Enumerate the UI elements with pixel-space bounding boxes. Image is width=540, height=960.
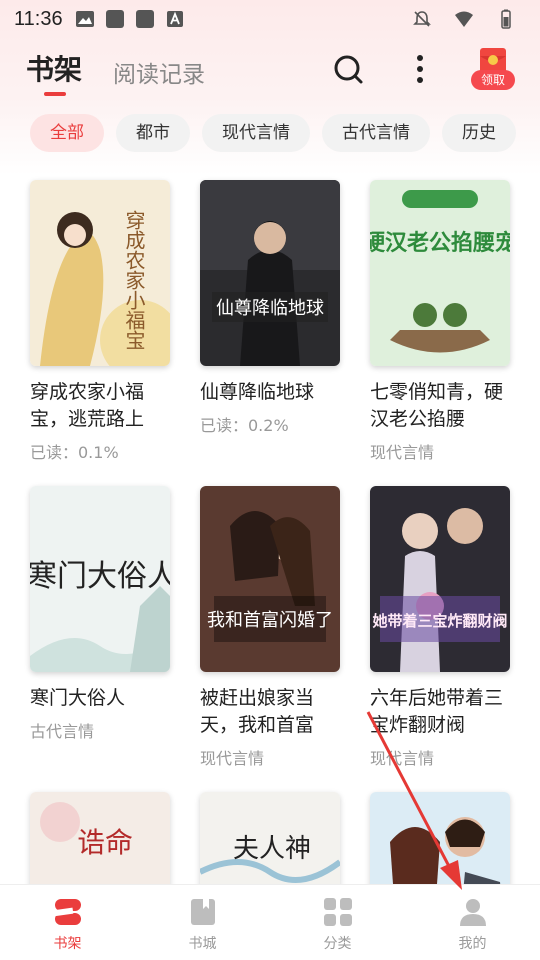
book-category: 现代言情	[370, 443, 435, 462]
book-title: 七零俏知青，硬汉老公掐腰	[370, 381, 504, 430]
header-bar: 书架 阅读记录 领取	[0, 42, 540, 102]
chip-modern-romance[interactable]: 现代言情	[202, 114, 310, 152]
svg-text:硬汉老公掐腰宠: 硬汉老公掐腰宠	[370, 230, 510, 256]
search-icon[interactable]	[331, 52, 365, 86]
tab-bookshelf[interactable]: 书架	[26, 48, 82, 88]
book-title: 寒门大俗人	[30, 687, 126, 709]
book-item[interactable]: 仙尊降临地球 仙尊降临地球 已读：0.2%	[200, 180, 350, 436]
book-cover[interactable]: 寒门大俗人	[30, 486, 170, 672]
bookshelf-icon	[52, 899, 81, 925]
svg-text:诰命: 诰命	[77, 826, 133, 859]
book-item[interactable]: 寒门大俗人 寒门大俗人 古代言情	[30, 486, 180, 742]
book-item[interactable]: 她带着三宝炸翻财阀 六年后她带着三宝炸翻财阀 现代言情	[370, 486, 520, 769]
book-cover[interactable]: 我和首富闪婚了	[200, 486, 340, 672]
nav-label: 我的	[458, 936, 487, 952]
book-progress: 已读：0.1%	[30, 443, 119, 462]
svg-text:我和首富闪婚了: 我和首富闪婚了	[207, 610, 333, 631]
reward-button[interactable]: 领取	[466, 46, 520, 94]
app-notification-icon	[105, 10, 124, 28]
tab-reading-history[interactable]: 阅读记录	[113, 55, 205, 89]
chip-urban[interactable]: 都市	[116, 114, 190, 152]
mute-icon	[413, 11, 431, 27]
svg-text:穿成农家小福宝: 穿成农家小福宝	[122, 210, 146, 350]
nav-book-store[interactable]: 书城	[135, 885, 270, 960]
book-item[interactable]: 我和首富闪婚了 被赶出娘家当天，我和首富 现代言情	[200, 486, 350, 769]
nav-label: 书城	[188, 936, 217, 952]
battery-icon	[501, 9, 511, 29]
book-cover[interactable]: 硬汉老公掐腰宠	[370, 180, 510, 366]
book-title: 被赶出娘家当天，我和首富	[200, 687, 315, 736]
book-category: 古代言情	[30, 722, 95, 741]
book-cover[interactable]: 仙尊降临地球	[200, 180, 340, 366]
svg-text:她带着三宝炸翻财阀: 她带着三宝炸翻财阀	[372, 612, 507, 630]
app-notification-icon-2	[135, 10, 154, 28]
chip-ancient-romance[interactable]: 古代言情	[322, 114, 430, 152]
nav-label: 分类	[323, 936, 352, 952]
book-cover[interactable]: 她带着三宝炸翻财阀	[370, 486, 510, 672]
nav-categories[interactable]: 分类	[270, 885, 405, 960]
book-title: 穿成农家小福宝，逃荒路上	[30, 381, 145, 430]
wifi-icon	[455, 11, 473, 27]
category-filter-bar: 全部 都市 现代言情 古代言情 历史	[30, 114, 516, 152]
nav-profile[interactable]: 我的	[405, 885, 540, 960]
book-category: 现代言情	[200, 749, 265, 768]
profile-icon	[459, 899, 486, 926]
status-time: 11:36	[14, 7, 63, 30]
svg-text:仙尊降临地球: 仙尊降临地球	[216, 298, 324, 319]
category-grid-icon	[323, 898, 352, 926]
reward-label: 领取	[471, 70, 515, 90]
svg-text:寒门大俗人: 寒门大俗人	[30, 559, 170, 594]
svg-text:夫人神: 夫人神	[233, 834, 311, 864]
active-tab-indicator	[44, 92, 66, 96]
more-options-icon[interactable]	[405, 52, 435, 86]
book-item[interactable]: 穿成农家小福宝 穿成农家小福宝，逃荒路上 已读：0.1%	[30, 180, 180, 463]
book-store-icon	[190, 899, 215, 925]
book-progress: 已读：0.2%	[200, 416, 289, 435]
book-title: 仙尊降临地球	[200, 381, 315, 403]
book-category: 现代言情	[370, 749, 435, 768]
chip-all[interactable]: 全部	[30, 114, 104, 152]
bottom-navigation: 书架 书城 分类 我的	[0, 884, 540, 960]
nav-label: 书架	[53, 936, 82, 952]
nav-bookshelf[interactable]: 书架	[0, 885, 135, 960]
keyboard-notification-icon	[166, 11, 183, 27]
chip-history[interactable]: 历史	[442, 114, 516, 152]
book-item[interactable]: 硬汉老公掐腰宠 七零俏知青，硬汉老公掐腰 现代言情	[370, 180, 520, 463]
status-bar: 11:36	[0, 0, 540, 38]
book-title: 六年后她带着三宝炸翻财阀	[370, 687, 504, 736]
book-cover[interactable]: 穿成农家小福宝	[30, 180, 170, 366]
image-notification-icon	[75, 11, 94, 27]
